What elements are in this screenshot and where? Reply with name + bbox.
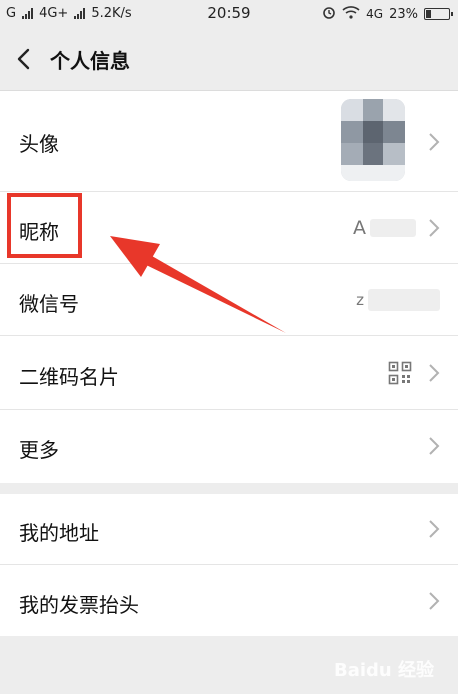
row-avatar[interactable]: 头像 bbox=[0, 91, 458, 192]
row-label: 二维码名片 bbox=[19, 365, 119, 389]
back-icon[interactable] bbox=[12, 46, 38, 72]
wechat-id-text: z bbox=[356, 291, 364, 309]
highlight-box bbox=[7, 193, 82, 258]
battery-percent: 23% bbox=[389, 6, 418, 22]
page-title: 个人信息 bbox=[50, 49, 130, 73]
footer-area: Baidu 经验 bbox=[0, 636, 458, 694]
watermark-logo: Baidu 经验 bbox=[333, 660, 434, 681]
row-label: 更多 bbox=[19, 438, 59, 462]
row-invoice[interactable]: 我的发票抬头 bbox=[0, 565, 458, 636]
row-more[interactable]: 更多 bbox=[0, 410, 458, 483]
status-right: 4G 23% bbox=[322, 5, 453, 23]
chevron-right-icon bbox=[428, 519, 440, 539]
wifi-icon bbox=[342, 5, 360, 23]
nickname-text: A bbox=[353, 217, 366, 239]
row-label: 头像 bbox=[19, 132, 59, 156]
row-label: 微信号 bbox=[19, 292, 79, 316]
qr-code-icon bbox=[388, 361, 412, 385]
chevron-right-icon bbox=[428, 436, 440, 456]
blurred-text bbox=[368, 289, 440, 311]
row-wechat-id[interactable]: 微信号 z bbox=[0, 264, 458, 336]
avatar bbox=[341, 99, 405, 181]
blurred-text bbox=[370, 219, 416, 237]
battery-icon bbox=[424, 8, 453, 20]
address-group: 我的地址 我的发票抬头 bbox=[0, 494, 458, 636]
chevron-right-icon bbox=[428, 132, 440, 152]
row-label: 我的发票抬头 bbox=[19, 593, 139, 617]
battery-fill bbox=[426, 10, 431, 18]
profile-group: 头像 昵称 A 微信号 z 二维码名片 更多 bbox=[0, 91, 458, 483]
chevron-right-icon bbox=[428, 218, 440, 238]
chevron-right-icon bbox=[428, 591, 440, 611]
row-address[interactable]: 我的地址 bbox=[0, 494, 458, 565]
status-bar: G 4G+ 5.2K/s 20:59 4G 23% bbox=[0, 0, 458, 28]
row-qr-card[interactable]: 二维码名片 bbox=[0, 336, 458, 410]
row-label: 我的地址 bbox=[19, 521, 99, 545]
nav-header: 个人信息 bbox=[0, 28, 458, 91]
chevron-right-icon bbox=[428, 363, 440, 383]
wechat-id-value: z bbox=[356, 264, 440, 336]
alarm-icon bbox=[322, 5, 336, 23]
nickname-value: A bbox=[353, 192, 416, 264]
network-type-right: 4G bbox=[366, 7, 384, 21]
